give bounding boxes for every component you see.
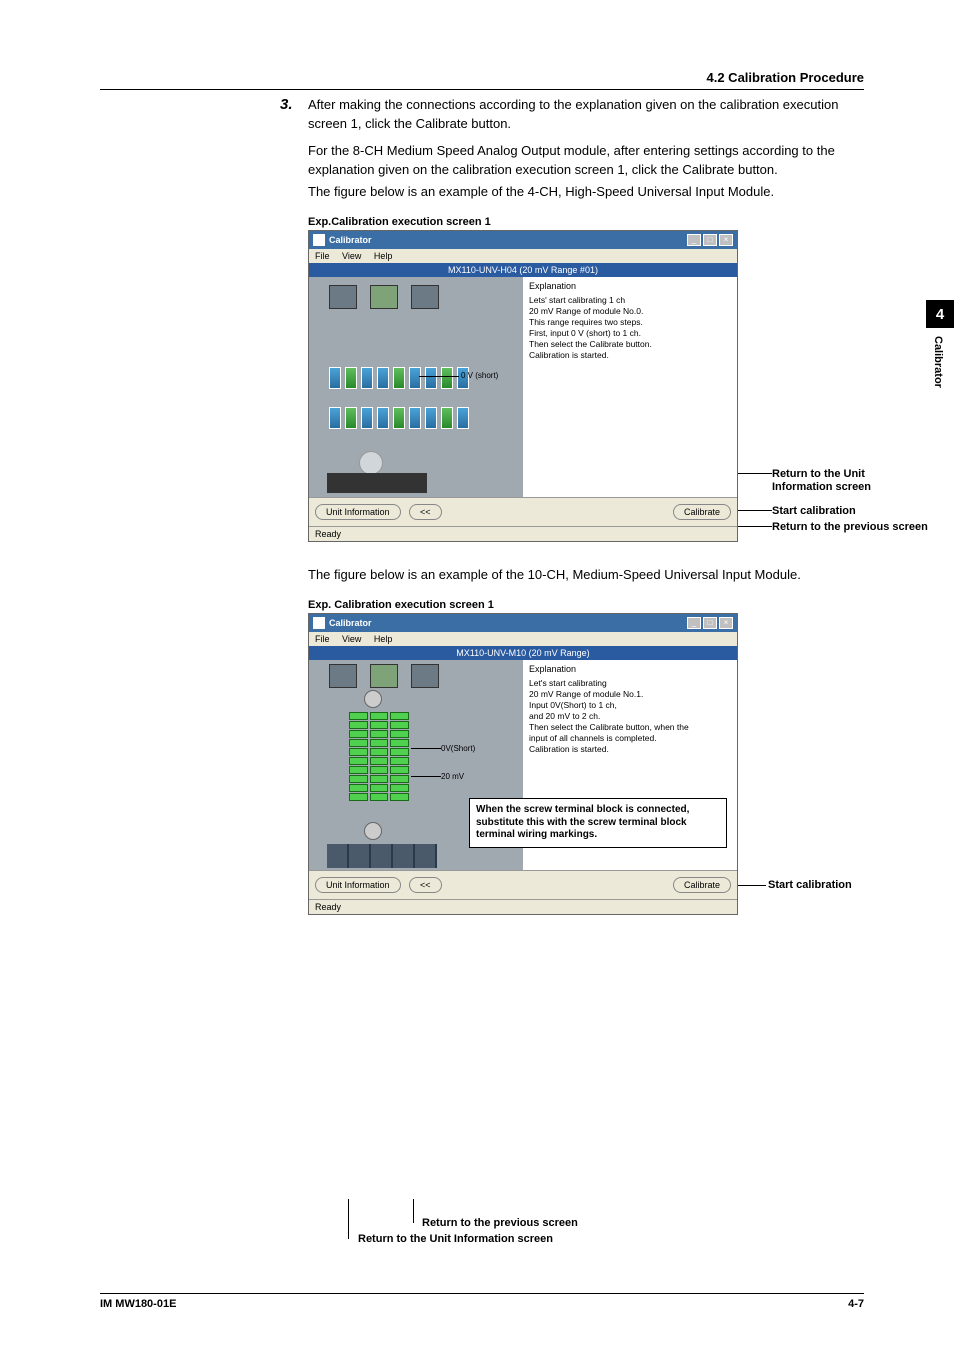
app-icon xyxy=(313,234,325,246)
callout-unit-info: Return to the UnitInformation screen xyxy=(772,468,871,494)
menu-help[interactable]: Help xyxy=(374,634,393,644)
chapter-label: Calibrator xyxy=(932,328,944,388)
minimize-icon[interactable]: _ xyxy=(687,617,701,629)
mv-label: 20 mV xyxy=(411,772,464,781)
maximize-icon[interactable]: □ xyxy=(703,617,717,629)
unit-information-button[interactable]: Unit Information xyxy=(315,504,401,520)
maximize-icon[interactable]: □ xyxy=(703,234,717,246)
exp-line: and 20 mV to 2 ch. xyxy=(529,711,731,722)
page-header-section: 4.2 Calibration Procedure xyxy=(100,70,864,89)
window-title: Calibrator xyxy=(329,235,687,245)
figure2-block: Calibrator _ □ × File View Help xyxy=(308,613,854,915)
menu-file[interactable]: File xyxy=(315,251,330,261)
exp-line: This range requires two steps. xyxy=(529,317,731,328)
figure2-caption: Exp. Calibration execution screen 1 xyxy=(308,599,854,611)
mid-paragraph: The figure below is an example of the 10… xyxy=(308,566,854,585)
menu-view[interactable]: View xyxy=(342,634,361,644)
figure1-caption: Exp.Calibration execution screen 1 xyxy=(308,216,854,228)
titlebar: Calibrator _ □ × xyxy=(309,614,737,632)
page-number: 4-7 xyxy=(848,1298,864,1310)
close-icon[interactable]: × xyxy=(719,234,733,246)
unit-information-button[interactable]: Unit Information xyxy=(315,877,401,893)
calibrator-window-2: Calibrator _ □ × File View Help xyxy=(308,613,738,915)
step-number: 3. xyxy=(280,96,308,915)
step-text-1: After making the connections according t… xyxy=(308,96,854,134)
titlebar: Calibrator _ □ × xyxy=(309,231,737,249)
exp-line: Then select the Calibrate button, when t… xyxy=(529,722,731,733)
explanation-title: Explanation xyxy=(529,664,731,674)
explanation-title: Explanation xyxy=(529,281,731,291)
module-range-bar: MX110-UNV-H04 (20 mV Range #01) xyxy=(309,263,737,277)
exp-line: Lets' start calibrating 1 ch xyxy=(529,295,731,306)
callout-start-calibration: Start calibration xyxy=(772,505,856,517)
module-diagram: 0 V (short) xyxy=(309,277,523,497)
status-bar: Ready xyxy=(309,899,737,914)
figure1-block: Calibrator _ □ × File View Help xyxy=(308,230,854,542)
exp-line: First, input 0 V (short) to 1 ch. xyxy=(529,328,731,339)
callout-start-calibration-2: Start calibration xyxy=(768,879,852,891)
menubar: File View Help xyxy=(309,632,737,646)
module-range-bar: MX110-UNV-M10 (20 mV Range) xyxy=(309,646,737,660)
header-rule xyxy=(100,89,864,90)
chapter-tab: 4 Calibrator xyxy=(926,300,954,388)
menubar: File View Help xyxy=(309,249,737,263)
menu-help[interactable]: Help xyxy=(374,251,393,261)
exp-line: Input 0V(Short) to 1 ch, xyxy=(529,700,731,711)
short-label-2: 0V(Short) xyxy=(411,744,475,753)
exp-line: Calibration is started. xyxy=(529,744,731,755)
step-text-2: For the 8-CH Medium Speed Analog Output … xyxy=(308,142,854,180)
menu-view[interactable]: View xyxy=(342,251,361,261)
calibrate-button[interactable]: Calibrate xyxy=(673,877,731,893)
window-title: Calibrator xyxy=(329,618,687,628)
short-label: 0 V (short) xyxy=(419,371,498,380)
back-button[interactable]: << xyxy=(409,877,442,893)
menu-file[interactable]: File xyxy=(315,634,330,644)
callout-return-unit-info-2: Return to the Unit Information screen xyxy=(358,1233,553,1245)
overlay-note: When the screw terminal block is connect… xyxy=(469,798,727,848)
chapter-number: 4 xyxy=(926,300,954,328)
page-footer: IM MW180-01E 4-7 xyxy=(100,1293,864,1310)
status-bar: Ready xyxy=(309,526,737,541)
exp-line: Then select the Calibrate button. xyxy=(529,339,731,350)
callout-return-previous-2: Return to the previous screen xyxy=(422,1217,578,1229)
exp-line: 20 mV Range of module No.0. xyxy=(529,306,731,317)
calibrate-button[interactable]: Calibrate xyxy=(673,504,731,520)
back-button[interactable]: << xyxy=(409,504,442,520)
callout-return-previous: Return to the previous screen xyxy=(772,521,928,533)
calibrator-window-1: Calibrator _ □ × File View Help xyxy=(308,230,738,542)
step-text-3: The figure below is an example of the 4-… xyxy=(308,183,854,202)
exp-line: Let's start calibrating xyxy=(529,678,731,689)
minimize-icon[interactable]: _ xyxy=(687,234,701,246)
exp-line: Calibration is started. xyxy=(529,350,731,361)
exp-line: input of all channels is completed. xyxy=(529,733,731,744)
exp-line: 20 mV Range of module No.1. xyxy=(529,689,731,700)
app-icon xyxy=(313,617,325,629)
close-icon[interactable]: × xyxy=(719,617,733,629)
doc-id: IM MW180-01E xyxy=(100,1298,176,1310)
